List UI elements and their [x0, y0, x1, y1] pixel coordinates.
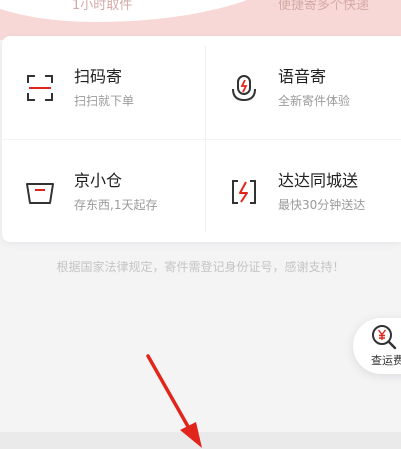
top-banner: 1小时取件 便捷寄多个快递: [0, 0, 401, 40]
banner-right-text: 便捷寄多个快递: [278, 0, 370, 13]
storage-box-icon: [24, 176, 56, 208]
service-storage-title: 京小仓: [74, 170, 123, 190]
service-same-city[interactable]: 达达同城送 最快30分钟送达: [228, 140, 400, 243]
service-scan-title: 扫码寄: [74, 66, 123, 86]
service-voice-subtitle: 全新寄件体验: [278, 93, 351, 108]
service-scan[interactable]: 扫码寄 扫扫就下单: [24, 36, 204, 139]
service-storage-subtitle: 存东西,1天起存: [74, 197, 158, 212]
lightning-icon: [228, 176, 260, 208]
legal-notice: 根据国家法律规定，寄件需登记身份证号，感谢支持！: [56, 260, 345, 274]
check-fee-button[interactable]: 查运费: [353, 318, 401, 374]
service-scan-subtitle: 扫扫就下单: [74, 93, 135, 108]
service-voice[interactable]: 语音寄 全新寄件体验: [228, 36, 400, 139]
banner-left-text: 1小时取件: [72, 0, 133, 13]
yen-magnifier-icon: [371, 324, 397, 350]
service-same-city-subtitle: 最快30分钟送达: [278, 197, 366, 212]
service-storage[interactable]: 京小仓 存东西,1天起存: [24, 140, 204, 243]
voice-icon: [228, 72, 260, 104]
banner-arc: [0, 0, 300, 22]
check-fee-label: 查运费: [371, 354, 401, 367]
scan-icon: [24, 72, 56, 104]
service-same-city-title: 达达同城送: [278, 170, 359, 190]
red-pointer-arrow: [146, 354, 202, 448]
service-voice-title: 语音寄: [278, 66, 327, 86]
service-card: 扫码寄 扫扫就下单 语音寄 全新寄件体验 京小仓 存东西,1天起存 达达同城送 …: [2, 36, 401, 242]
